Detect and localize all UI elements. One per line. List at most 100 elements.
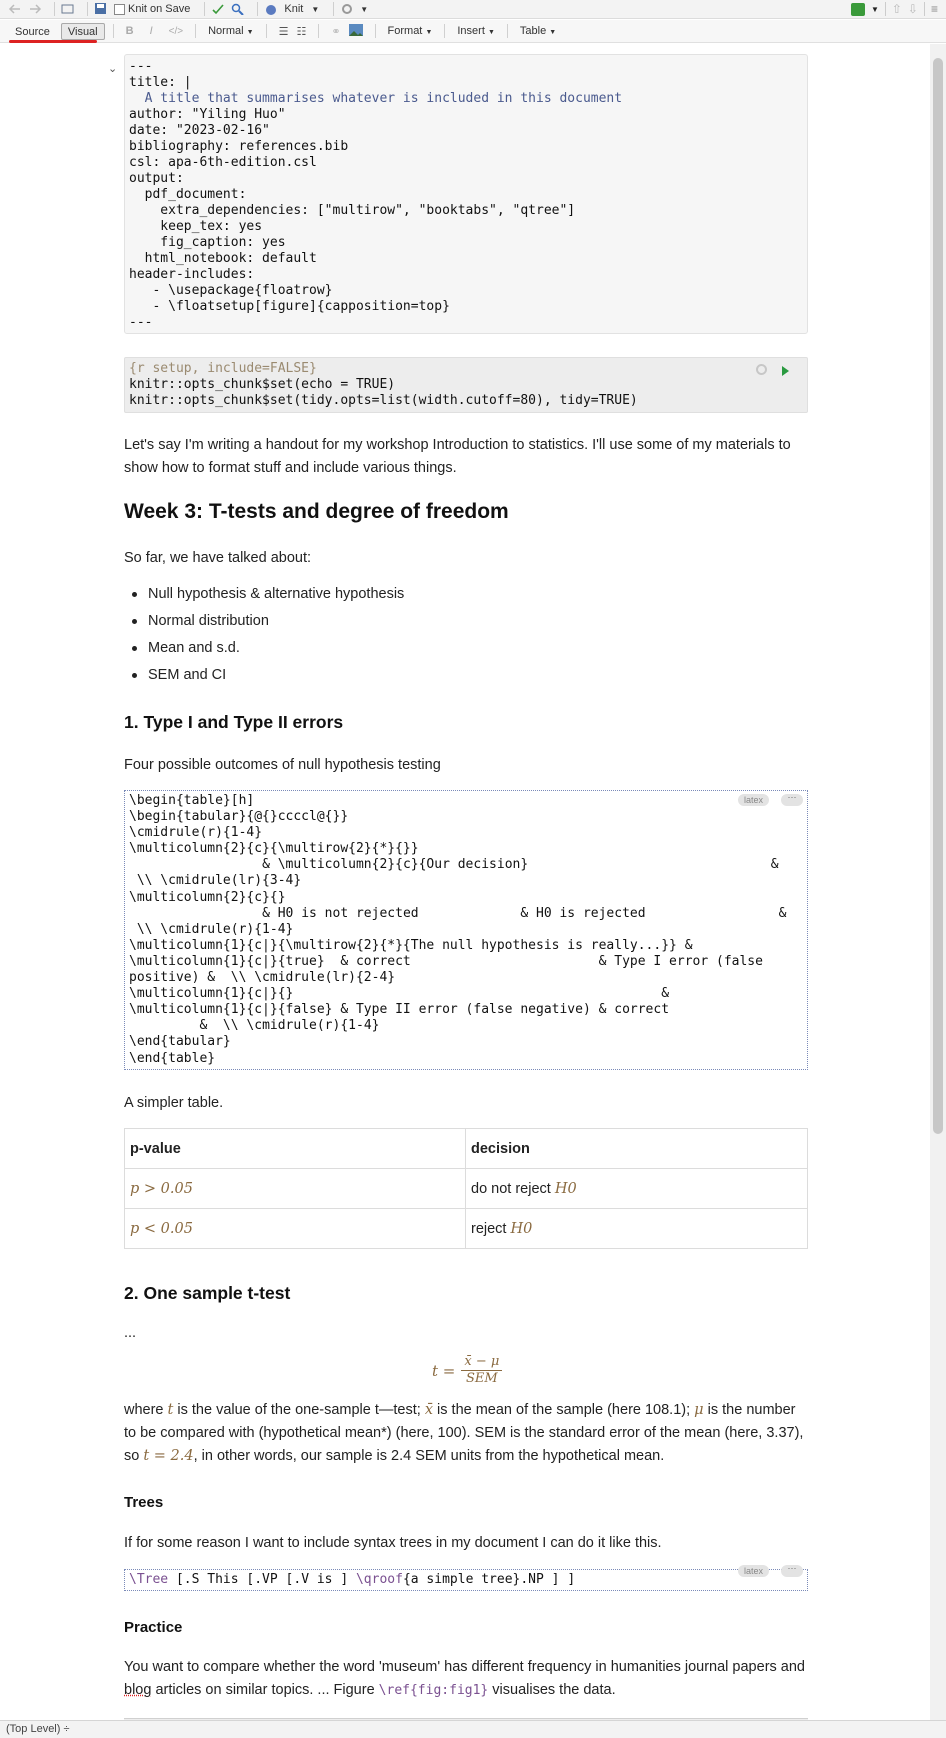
- misspelled-word[interactable]: blog: [124, 1682, 151, 1698]
- spellcheck-icon[interactable]: [211, 3, 225, 15]
- back-arrow-icon[interactable]: [8, 3, 22, 15]
- r-setup-chunk[interactable]: {r setup, include=FALSE} knitr::opts_chu…: [124, 357, 808, 413]
- block-style-label: Normal: [208, 25, 244, 37]
- show-in-window-icon[interactable]: [61, 3, 75, 15]
- bold-button[interactable]: B: [126, 25, 134, 37]
- table-header-row: p-value decision: [124, 1128, 808, 1169]
- format-menu[interactable]: Format ▼: [388, 25, 433, 37]
- outline-icon[interactable]: ≡: [931, 2, 938, 16]
- table-header: p-value: [124, 1128, 466, 1169]
- run-chunk-icon[interactable]: [782, 366, 789, 376]
- latex-code: {a simple tree}.NP ] ]: [402, 1572, 576, 1587]
- yaml-line: - \floatsetup[figure]{capposition=top}: [129, 299, 450, 314]
- latex-table-block[interactable]: \begin{table}[h] \begin{tabular}{@{}cccc…: [124, 790, 808, 1070]
- chevron-down-icon: ▼: [487, 29, 495, 36]
- table-menu[interactable]: Table ▼: [520, 25, 556, 37]
- yaml-line: fig_caption: yes: [129, 235, 286, 250]
- topics-bullet-list: Null hypothesis & alternative hypothesis…: [124, 584, 404, 692]
- yaml-line: header-includes:: [129, 267, 255, 282]
- yaml-line: extra_dependencies: ["multirow", "bookta…: [129, 203, 576, 218]
- text-run: is the value of the one-sample t—test;: [173, 1402, 425, 1418]
- source-mode-button[interactable]: Source: [8, 23, 57, 40]
- toolbar-divider: [884, 2, 886, 16]
- chunk-options-gear-icon[interactable]: [756, 364, 767, 375]
- more-options-icon[interactable]: ···: [781, 1564, 803, 1577]
- format-menu-label: Format: [387, 25, 423, 37]
- decision-math: H0: [554, 1180, 577, 1197]
- knit-on-save-checkbox[interactable]: [114, 3, 125, 15]
- yaml-line: author: "Yiling Huo": [129, 107, 286, 122]
- table-row: p < 0.05 reject H0: [124, 1208, 808, 1249]
- table-row: p > 0.05 do not reject H0: [124, 1168, 808, 1209]
- image-icon[interactable]: [348, 23, 363, 39]
- simpler-table-paragraph: A simpler table.: [124, 1095, 224, 1111]
- insert-chunk-icon[interactable]: [850, 2, 865, 16]
- table-cell-decision: do not reject H0: [465, 1168, 808, 1209]
- forward-arrow-icon[interactable]: [28, 3, 42, 15]
- practice-paragraph: You want to compare whether the word 'mu…: [124, 1656, 808, 1702]
- yaml-line: pdf_document:: [129, 187, 247, 202]
- latex-command: \Tree: [129, 1572, 169, 1587]
- yaml-line: keep_tex: yes: [129, 219, 263, 234]
- latex-tree-block[interactable]: \Tree [.S This [.VP [.V is ] \qroof{a si…: [124, 1569, 808, 1591]
- go-down-icon[interactable]: ⇩: [908, 2, 918, 16]
- inline-latex-ref: \ref{fig:fig1}: [379, 1683, 489, 1698]
- table-cell-decision: reject H0: [465, 1208, 808, 1249]
- table-header: decision: [465, 1128, 808, 1169]
- link-icon[interactable]: ⚭: [331, 25, 340, 38]
- toolbar-divider: [112, 24, 114, 38]
- formula-lhs: t =: [432, 1361, 456, 1380]
- italic-button[interactable]: I: [150, 25, 153, 37]
- chevron-down-icon: ▼: [425, 29, 433, 36]
- latex-tag: latex: [738, 1565, 770, 1577]
- chunk-header: {r setup, include=FALSE}: [129, 361, 317, 376]
- text-run: articles on similar topics. ... Figure: [151, 1682, 379, 1698]
- math-t-value: t = 2.4: [143, 1448, 194, 1464]
- vertical-scrollbar[interactable]: [930, 44, 946, 1720]
- insert-chunk-dropdown-icon[interactable]: ▼: [871, 5, 879, 14]
- visual-mode-button[interactable]: Visual: [60, 22, 105, 40]
- settings-dropdown-icon[interactable]: ▼: [360, 5, 368, 14]
- toolbar-divider: [374, 24, 376, 38]
- scrollbar-thumb[interactable]: [933, 58, 943, 1134]
- toolbar-divider: [318, 24, 320, 38]
- toolbar-divider: [204, 2, 206, 16]
- knit-button[interactable]: Knit: [284, 3, 303, 15]
- collapse-chevron-icon[interactable]: ⌄: [108, 62, 117, 75]
- editor-toolbar: Knit on Save Knit ▼ ▼ ▼ ⇧ ⇩ ≡: [0, 0, 946, 19]
- formula-denominator: SEM: [465, 1371, 498, 1386]
- formula-numerator: x̄ − μ: [461, 1354, 503, 1371]
- yaml-line: - \usepackage{floatrow}: [129, 283, 333, 298]
- math-xbar: x̄: [424, 1402, 434, 1418]
- numbered-list-icon[interactable]: ☷: [296, 25, 306, 38]
- yaml-header-block[interactable]: --- title: | A title that summarises wha…: [124, 54, 808, 334]
- go-up-icon[interactable]: ⇧: [892, 2, 902, 16]
- week-heading: Week 3: T-tests and degree of freedom: [124, 500, 509, 523]
- find-icon[interactable]: [231, 3, 245, 16]
- yaml-line: title: |: [129, 75, 192, 90]
- formula-fraction: x̄ − μ SEM: [461, 1354, 503, 1387]
- code-button[interactable]: </>: [169, 26, 183, 37]
- math-mu: μ: [694, 1402, 704, 1418]
- knit-yarn-icon[interactable]: [264, 3, 278, 15]
- chevron-down-icon: ▼: [549, 29, 557, 36]
- save-icon[interactable]: [94, 3, 108, 15]
- knit-dropdown-icon[interactable]: ▼: [311, 5, 319, 14]
- text-run: is the mean of the sample (here 108.1);: [433, 1402, 695, 1418]
- settings-gear-icon[interactable]: [340, 3, 354, 15]
- table-cell-pvalue: p < 0.05: [124, 1208, 466, 1249]
- latex-ref: \ref{fig:fig1}: [378, 1683, 489, 1698]
- scope-navigator[interactable]: (Top Level) ÷: [6, 1723, 70, 1735]
- insert-menu[interactable]: Insert ▼: [457, 25, 495, 37]
- toolbar-divider: [333, 2, 335, 16]
- decision-math: H0: [510, 1220, 533, 1237]
- toolbar-divider: [257, 2, 259, 16]
- bullet-list-icon[interactable]: ☰: [279, 25, 289, 38]
- yaml-line: html_notebook: default: [129, 251, 317, 266]
- block-style-dropdown[interactable]: Normal ▼: [208, 25, 253, 37]
- yaml-line: ---: [129, 315, 153, 330]
- toolbar-right-group: ▼ ⇧ ⇩ ≡: [850, 2, 938, 16]
- toolbar-divider: [195, 24, 197, 38]
- list-item: SEM and CI: [124, 665, 404, 692]
- more-options-icon[interactable]: ···: [781, 793, 803, 806]
